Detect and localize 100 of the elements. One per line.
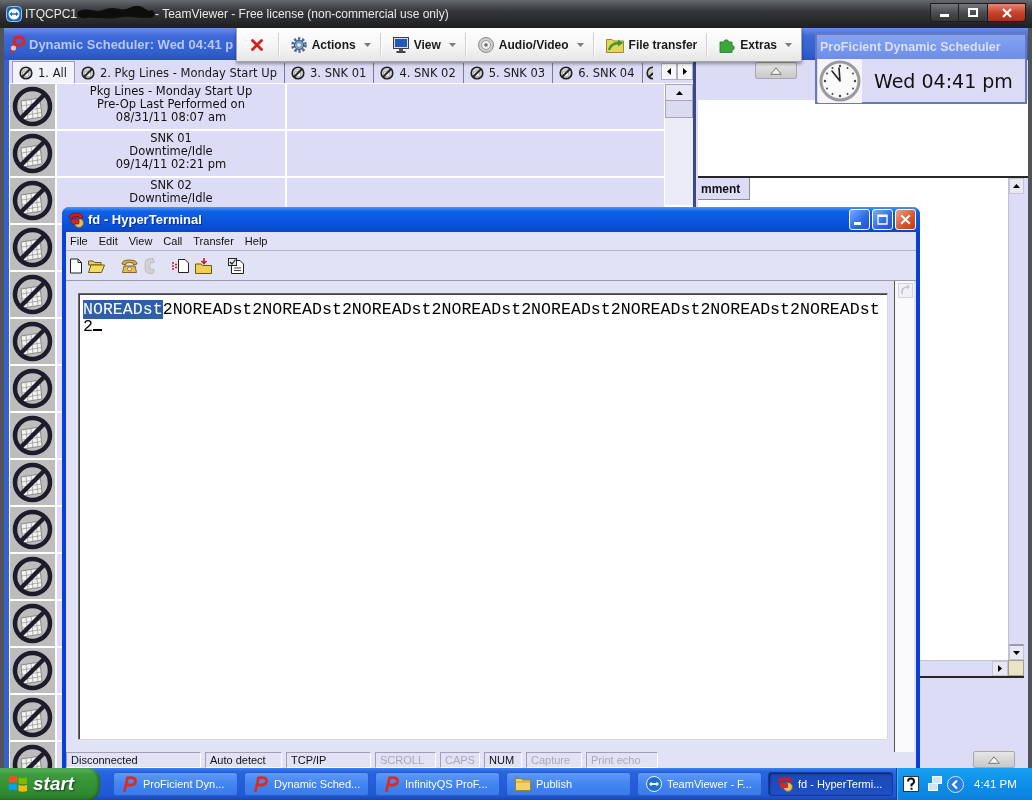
menu-item[interactable]: Help bbox=[240, 235, 273, 247]
start-button[interactable]: start bbox=[0, 768, 100, 800]
taskbar-button[interactable]: ProFicient Dyn... bbox=[113, 772, 238, 796]
close-icon bbox=[900, 214, 911, 225]
vertical-scrollbar[interactable] bbox=[1008, 178, 1024, 660]
row-timestamp: 09/14/11 02:21 pm bbox=[115, 158, 227, 171]
scroll-left-button[interactable] bbox=[661, 63, 677, 80]
column-header[interactable]: mment bbox=[698, 178, 750, 200]
selected-text: NOREADst bbox=[83, 300, 163, 319]
toolbar-menu-button[interactable]: Extras bbox=[707, 31, 801, 58]
clock-icon bbox=[818, 59, 862, 103]
blocked-calendar-icon bbox=[10, 178, 55, 223]
folder-arrow-icon bbox=[605, 36, 624, 53]
tab[interactable]: 3. SNK 01 bbox=[285, 63, 375, 83]
menu-item[interactable]: View bbox=[124, 235, 158, 247]
toolbar-menu-button[interactable]: View bbox=[380, 31, 465, 58]
toolbar-menu-button[interactable]: Audio/Video bbox=[465, 31, 593, 58]
blocked-calendar-icon bbox=[10, 507, 55, 552]
app-logo-icon bbox=[122, 776, 138, 792]
up-arrow-icon bbox=[1013, 184, 1020, 188]
properties-icon[interactable] bbox=[228, 257, 244, 274]
terminal-text: 2NOREADst2NOREADst2NOREADst2NOREADst2NOREADst2NOREADst2NOREADst2NOREADst bbox=[162, 300, 880, 319]
tab[interactable]: 1. All bbox=[12, 61, 75, 83]
minimize-button[interactable] bbox=[930, 3, 959, 22]
menu-item[interactable]: Call bbox=[159, 235, 188, 247]
blocked-calendar-icon bbox=[10, 413, 55, 458]
chevron-left-icon[interactable] bbox=[947, 775, 964, 793]
blocked-calendar-icon bbox=[10, 131, 55, 176]
window-title: Dynamic Scheduler: Wed 04:41 p bbox=[29, 36, 234, 52]
open-folder-icon[interactable] bbox=[88, 257, 105, 274]
right-arrow-icon bbox=[683, 68, 687, 75]
blocked-calendar-icon bbox=[380, 66, 395, 80]
maximize-icon bbox=[877, 214, 888, 225]
menu-item[interactable]: Edit bbox=[94, 235, 123, 247]
tab[interactable]: 2. Pkg Lines - Monday Start Up bbox=[74, 63, 285, 83]
scroll-right-button[interactable] bbox=[677, 63, 693, 80]
close-button[interactable] bbox=[988, 3, 1026, 22]
triangle-up-icon bbox=[770, 66, 782, 75]
status-indicator: SCROLL bbox=[375, 752, 436, 768]
blocked-calendar-icon bbox=[10, 366, 55, 411]
down-arrow-icon bbox=[1013, 650, 1020, 655]
scroll-right-button[interactable] bbox=[992, 661, 1008, 676]
blocked-calendar-icon bbox=[559, 66, 574, 80]
help-icon[interactable] bbox=[903, 776, 919, 792]
taskbar-button[interactable]: InfinityQS ProF... bbox=[375, 772, 500, 796]
blocked-calendar-icon bbox=[10, 648, 55, 693]
status-indicator: TCP/IP bbox=[286, 752, 371, 768]
new-document-icon[interactable] bbox=[70, 257, 82, 274]
network-icon[interactable] bbox=[928, 776, 942, 792]
taskbar-button[interactable]: fd - HyperTermi... bbox=[768, 772, 893, 796]
webcam-icon bbox=[477, 36, 494, 53]
terminal-screen[interactable]: NOREADst2NOREADst2NOREADst2NOREADst2NOREADst2NOREADst2NOREADst2NOREADst2NOREADst 2 bbox=[78, 293, 888, 740]
close-icon bbox=[1001, 7, 1012, 18]
toolbar-menu-button[interactable]: Actions bbox=[278, 31, 380, 58]
tab[interactable]: 4. SNK 02 bbox=[374, 63, 464, 83]
taskbar-button[interactable]: TeamViewer - F... bbox=[637, 772, 762, 796]
blocked-calendar-icon bbox=[10, 601, 55, 646]
clock-time: Wed 04:41 pm bbox=[874, 70, 1013, 92]
send-file-icon[interactable] bbox=[172, 257, 189, 274]
menu-item[interactable]: File bbox=[66, 235, 93, 247]
maximize-button[interactable] bbox=[959, 3, 988, 22]
row-title: Pkg Lines - Monday Start Up bbox=[89, 85, 253, 98]
scroll-thumb[interactable] bbox=[665, 101, 693, 118]
telephone-icon[interactable] bbox=[121, 257, 138, 274]
status-indicator: CAPS bbox=[440, 752, 480, 768]
scroll-up-button[interactable] bbox=[1009, 178, 1024, 194]
terminal-text: 2 bbox=[83, 317, 93, 336]
windows-logo-icon bbox=[8, 775, 28, 793]
horizontal-scrollbar[interactable] bbox=[920, 660, 1008, 676]
row-status: Downtime/Idle bbox=[129, 145, 213, 158]
triangle-up-icon bbox=[988, 755, 1000, 764]
left-arrow-icon bbox=[667, 68, 671, 75]
collapse-button[interactable] bbox=[973, 751, 1015, 768]
taskbar-button[interactable]: Publish bbox=[506, 772, 631, 796]
panel-title: ProFicient Dynamic Scheduler bbox=[820, 40, 1001, 54]
vertical-scrollbar[interactable] bbox=[894, 281, 914, 752]
phone-icon bbox=[777, 776, 793, 792]
scroll-up-button[interactable] bbox=[665, 84, 693, 101]
tray-clock: 4:41 PM bbox=[974, 778, 1017, 790]
blocked-calendar-icon bbox=[10, 84, 55, 129]
app-logo-icon bbox=[9, 35, 27, 53]
toolbar-menu-button[interactable]: File transfer bbox=[593, 31, 707, 58]
blocked-calendar-icon bbox=[19, 65, 33, 80]
blocked-calendar-icon bbox=[10, 272, 55, 317]
row-status: Pre-Op Last Performed on bbox=[97, 98, 245, 111]
taskbar-button[interactable]: Dynamic Sched... bbox=[244, 772, 369, 796]
row-title: SNK 01 bbox=[150, 132, 192, 145]
blocked-calendar-icon bbox=[291, 66, 305, 80]
app-logo-icon bbox=[384, 776, 400, 792]
collapse-button[interactable] bbox=[755, 62, 797, 79]
scroll-down-button[interactable] bbox=[1009, 644, 1024, 660]
menu-item[interactable]: Transfer bbox=[189, 235, 239, 247]
vertical-scrollbar[interactable] bbox=[665, 84, 693, 205]
window-title: ITQCPC1 bbox=[25, 7, 77, 21]
blocked-calendar-icon bbox=[10, 554, 55, 599]
tab[interactable]: 6. SNK 04 bbox=[553, 63, 643, 83]
tab[interactable]: 5. SNK 03 bbox=[463, 63, 554, 83]
up-arrow-icon bbox=[675, 90, 683, 95]
receive-file-icon[interactable] bbox=[195, 257, 212, 274]
right-arrow-icon bbox=[998, 665, 1002, 672]
